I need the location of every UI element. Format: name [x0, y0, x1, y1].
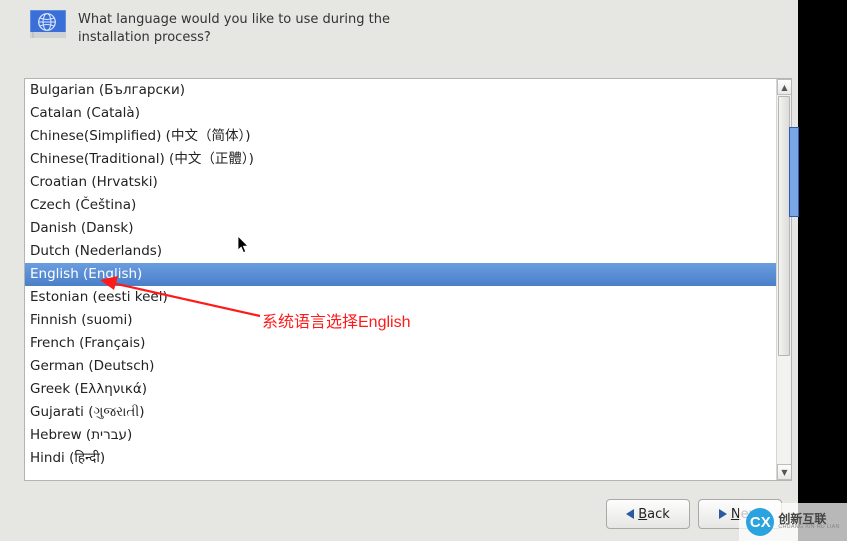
header: What language would you like to use duri… — [0, 0, 798, 52]
language-item[interactable]: Hindi (हिन्दी) — [25, 447, 776, 470]
language-item[interactable]: Dutch (Nederlands) — [25, 240, 776, 263]
scroll-down-button[interactable]: ▼ — [777, 464, 792, 480]
language-item[interactable]: Chinese(Traditional) (中文（正體）) — [25, 148, 776, 171]
language-item[interactable]: Bulgarian (Български) — [25, 79, 776, 102]
prompt-text: What language would you like to use duri… — [78, 10, 390, 46]
language-item[interactable]: Gujarati (ગુજરાતી) — [25, 401, 776, 424]
prompt-line: What language would you like to use duri… — [78, 12, 390, 27]
outer-scrollbar[interactable] — [789, 127, 799, 217]
scroll-up-button[interactable]: ▲ — [777, 79, 792, 95]
language-item[interactable]: French (Français) — [25, 332, 776, 355]
installer-window: What language would you like to use duri… — [0, 0, 798, 541]
language-item[interactable]: Chinese(Simplified) (中文（简体）) — [25, 125, 776, 148]
language-item[interactable]: Czech (Čeština) — [25, 194, 776, 217]
prompt-line: installation process? — [78, 30, 211, 45]
back-button-label: Back — [638, 507, 670, 522]
language-list[interactable]: Bulgarian (Български)Catalan (Català)Chi… — [24, 78, 792, 481]
language-item[interactable]: English (English) — [25, 263, 776, 286]
back-button[interactable]: Back — [606, 499, 690, 529]
language-item[interactable]: Catalan (Català) — [25, 102, 776, 125]
arrow-right-icon — [719, 509, 727, 519]
arrow-left-icon — [626, 509, 634, 519]
language-flag-icon — [30, 10, 66, 38]
language-item[interactable]: Estonian (eesti keel) — [25, 286, 776, 309]
language-item[interactable]: Finnish (suomi) — [25, 309, 776, 332]
button-bar: Back Next — [606, 499, 782, 529]
language-item[interactable]: Croatian (Hrvatski) — [25, 171, 776, 194]
language-item[interactable]: German (Deutsch) — [25, 355, 776, 378]
language-item[interactable]: Hebrew (עברית) — [25, 424, 776, 447]
next-button[interactable]: Next — [698, 499, 782, 529]
language-item[interactable]: Greek (Ελληνικά) — [25, 378, 776, 401]
language-item[interactable]: Danish (Dansk) — [25, 217, 776, 240]
next-button-label: Next — [731, 507, 761, 522]
